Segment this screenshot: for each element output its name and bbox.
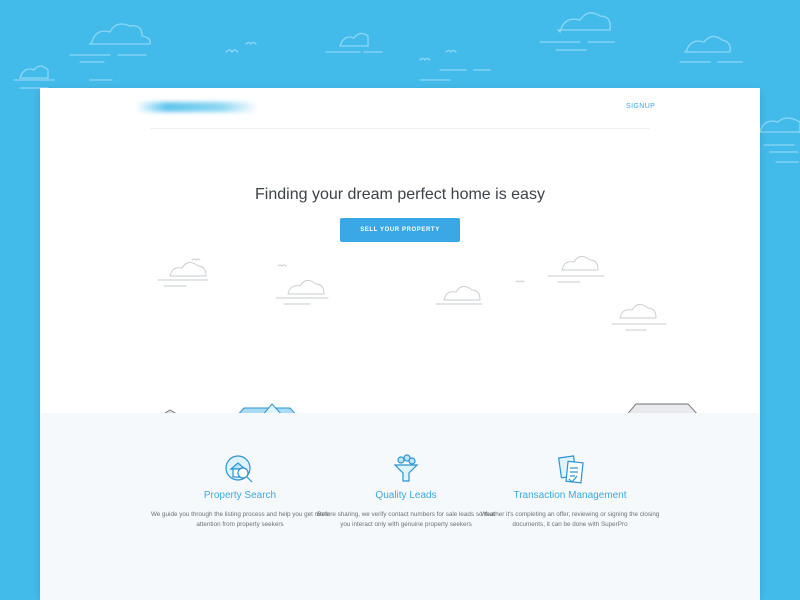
house-magnifier-icon <box>225 455 253 483</box>
bird-icon <box>191 258 201 261</box>
cloud-icon <box>275 280 329 305</box>
features-section: Property Search We guide you through the… <box>40 413 760 600</box>
cloud-icon <box>157 262 209 287</box>
cloud-icon <box>339 32 369 47</box>
feature-transaction-management: Transaction Management Weather it's comp… <box>470 453 670 530</box>
landing-page-card: SIGNUP Finding your dream perfect home i… <box>40 88 760 600</box>
bird-icon <box>445 49 457 54</box>
cloud-icon <box>19 65 49 79</box>
header-divider <box>150 128 650 129</box>
neighborhood-illustration <box>157 256 698 414</box>
bird-icon <box>515 280 525 283</box>
cloud-icon <box>435 286 483 305</box>
cloud-icon <box>611 304 667 331</box>
bird-icon <box>245 41 257 46</box>
cloud-icon <box>547 256 605 283</box>
brand-logo[interactable] <box>136 102 258 112</box>
hero-title: Finding your dream perfect home is easy <box>255 186 545 203</box>
cloud-icon <box>684 35 731 53</box>
bird-icon <box>225 49 239 54</box>
feature-title: Transaction Management <box>513 490 627 501</box>
cloud-icon <box>88 23 151 45</box>
signup-link[interactable]: SIGNUP <box>626 103 655 110</box>
documents-icon <box>557 455 584 484</box>
bird-icon <box>419 57 431 62</box>
feature-description: Weather it's completing an offer, review… <box>480 511 660 528</box>
bird-icon <box>277 264 287 267</box>
funnel-icon <box>393 454 419 482</box>
sell-property-button[interactable]: SELL YOUR PROPERTY <box>340 218 460 242</box>
cloud-icon <box>556 12 611 34</box>
cloud-icon <box>759 117 800 133</box>
